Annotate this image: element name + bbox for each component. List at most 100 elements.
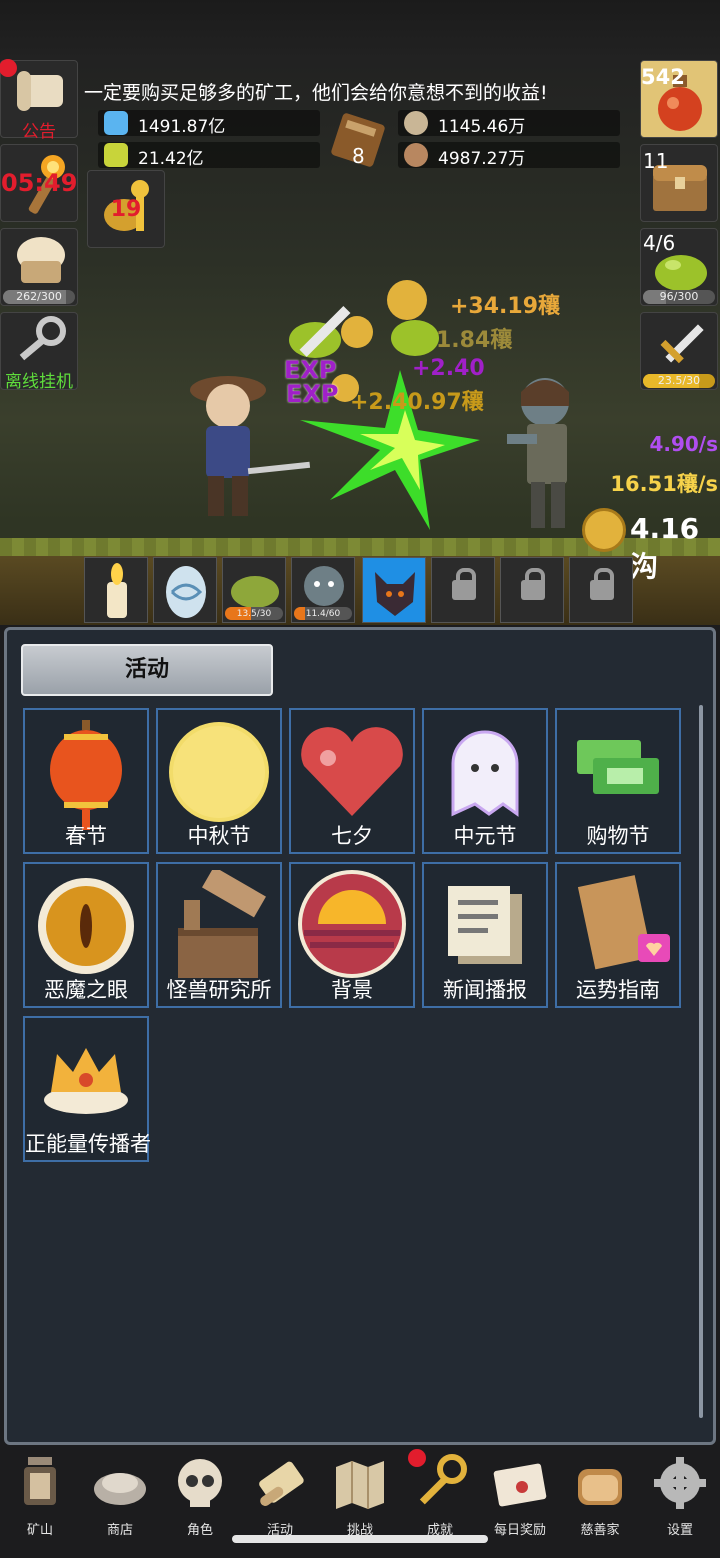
event-qixi[interactable]: 七夕 xyxy=(289,708,415,854)
lock-icon xyxy=(521,568,545,600)
notice-label: 公告 xyxy=(22,122,56,142)
eye-icon xyxy=(38,878,134,974)
offline-label: 离线挂机 xyxy=(5,372,73,392)
skill-locked-1[interactable] xyxy=(431,557,495,623)
key-icon xyxy=(19,316,66,361)
event-shopping-festival[interactable]: 购物节 xyxy=(555,708,681,854)
bread-nav-icon xyxy=(578,1469,622,1505)
meat-resource: 4987.27万 xyxy=(398,142,620,169)
event-positive-energy[interactable]: 正能量传播者 xyxy=(23,1016,151,1162)
torch-button[interactable]: 05:49 xyxy=(0,144,78,222)
green-potion-icon xyxy=(104,143,128,167)
bread-icon xyxy=(17,237,65,283)
skill-egg[interactable] xyxy=(153,557,217,623)
candle-icon xyxy=(107,563,127,618)
stamina-bar: 262/300 xyxy=(3,290,75,304)
notice-button[interactable]: 公告 xyxy=(0,59,78,142)
nav-challenge[interactable]: 挑战 xyxy=(320,1447,400,1547)
skill-zombie[interactable]: 11.4/60 xyxy=(291,557,355,623)
event-demon-eye[interactable]: 恶魔之眼 xyxy=(23,862,149,1008)
float-reward-3: +2.40 xyxy=(412,356,485,381)
gold-total: 4.16沟 xyxy=(630,512,700,583)
event-ghost-festival[interactable]: 中元节 xyxy=(422,708,548,854)
home-indicator[interactable] xyxy=(232,1535,488,1543)
key-bag-button[interactable]: 19 xyxy=(87,170,165,248)
ghost-icon xyxy=(451,730,519,817)
timer-label: 05:49 xyxy=(1,169,78,197)
food-button[interactable]: 262/300 xyxy=(0,228,78,306)
offline-button[interactable]: 离线挂机 xyxy=(0,312,78,392)
sword-progress: 23.5/30 xyxy=(643,374,715,388)
gold-key-nav-icon xyxy=(419,1454,467,1505)
nav-achievement[interactable]: 成就 xyxy=(400,1447,480,1547)
fortune-card-icon xyxy=(577,875,670,970)
nav-shop[interactable]: 商店 xyxy=(80,1447,160,1547)
lock-icon xyxy=(452,568,476,600)
sword-button[interactable]: 23.5/30 xyxy=(640,312,718,390)
float-reward-2: 1.84穰 xyxy=(436,328,513,353)
green-potion-resource: 21.42亿 xyxy=(98,142,320,169)
event-mid-autumn[interactable]: 中秋节 xyxy=(156,708,282,854)
event-news[interactable]: 新闻播报 xyxy=(422,862,548,1008)
lantern-nav-icon xyxy=(24,1457,56,1505)
shop-nav-icon xyxy=(94,1473,146,1505)
key-count: 19 xyxy=(110,197,142,222)
float-reward-4: +2.40.97穰 xyxy=(350,390,484,415)
skill-locked-2[interactable] xyxy=(500,557,564,623)
event-monster-lab[interactable]: 怪兽研究所 xyxy=(156,862,282,1008)
tab-activity[interactable]: 活动 xyxy=(21,644,273,696)
envelope-icon xyxy=(493,1463,547,1507)
float-reward-1: +34.19穰 xyxy=(450,294,561,319)
skill-slime[interactable]: 13.5/30 xyxy=(222,557,286,623)
blue-potion-icon xyxy=(104,111,128,135)
slime-skill-bar: 13.5/30 xyxy=(225,607,283,620)
nav-mine[interactable]: 矿山 xyxy=(0,1447,80,1547)
lock-icon xyxy=(590,568,614,600)
heart-icon xyxy=(301,727,403,816)
slime-skill-icon xyxy=(231,576,279,608)
activity-panel: 活动 春节 中秋节 七夕 中元节 购物节 恶魔之眼 怪兽研究所 背景 新闻播报 … xyxy=(4,627,716,1445)
exp-popup-2: EXP xyxy=(284,356,337,384)
cash-icon xyxy=(577,740,659,794)
skill-candle[interactable] xyxy=(84,557,148,623)
nav-activity[interactable]: 活动 xyxy=(240,1447,320,1547)
nav-philanthropist[interactable]: 慈善家 xyxy=(560,1447,640,1547)
game-scene: 一定要购买足够多的矿工，他们会给你意想不到的收益! 公告 05:49 262/3… xyxy=(0,0,720,625)
sunset-icon xyxy=(298,870,406,978)
crown-icon xyxy=(44,1048,128,1114)
chest-button[interactable]: 11 xyxy=(640,144,718,222)
book-resource[interactable]: 8 xyxy=(328,112,390,168)
panel-scrollbar[interactable] xyxy=(699,705,703,1418)
scroll-nav-icon xyxy=(259,1461,304,1506)
meat-icon xyxy=(404,143,428,167)
nav-settings[interactable]: 设置 xyxy=(640,1447,720,1547)
zombie-skill-icon xyxy=(304,566,344,606)
skull-icon xyxy=(178,1459,222,1507)
news-ticker: 一定要购买足够多的矿工，他们会给你意想不到的收益! xyxy=(84,82,548,104)
blue-potion-resource: 1491.87亿 xyxy=(98,110,320,137)
coin-icon xyxy=(404,111,428,135)
skill-demon[interactable] xyxy=(362,557,426,623)
coin-resource: 1145.46万 xyxy=(398,110,620,137)
lab-crate-icon xyxy=(178,870,266,978)
nav-daily-reward[interactable]: 每日奖励 xyxy=(480,1447,560,1547)
slime-button[interactable]: 4/6 96/300 xyxy=(640,228,718,306)
gold-coin-icon xyxy=(582,508,626,552)
event-background[interactable]: 背景 xyxy=(289,862,415,1008)
scroll-icon xyxy=(17,71,63,111)
exp-popup: EXP xyxy=(286,380,339,408)
nav-character[interactable]: 角色 xyxy=(160,1447,240,1547)
exp-rate: 4.90/s xyxy=(649,432,718,456)
gear-icon xyxy=(654,1457,706,1509)
newspaper-icon xyxy=(448,886,522,964)
sword-icon xyxy=(660,324,704,364)
event-spring-festival[interactable]: 春节 xyxy=(23,708,149,854)
map-icon xyxy=(336,1461,384,1509)
slime-progress: 96/300 xyxy=(643,290,715,304)
lantern-icon xyxy=(50,720,122,830)
potion-button[interactable]: 542 xyxy=(640,60,718,138)
moon-icon xyxy=(169,722,269,822)
demon-icon xyxy=(375,572,415,616)
skill-locked-3[interactable] xyxy=(569,557,633,623)
event-fortune-guide[interactable]: 运势指南 xyxy=(555,862,681,1008)
